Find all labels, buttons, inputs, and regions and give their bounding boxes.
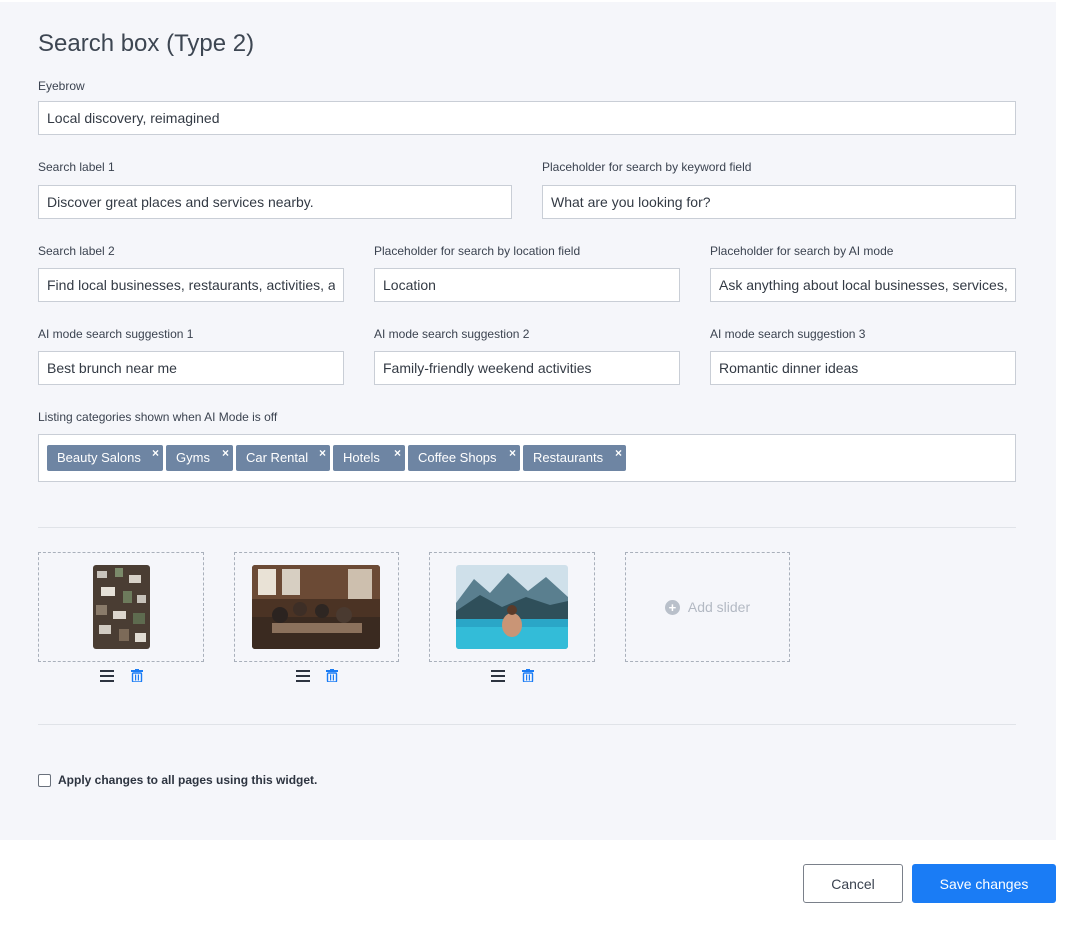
ai-placeholder-label: Placeholder for search by AI mode	[710, 244, 894, 258]
ai-suggestion-3-label: AI mode search suggestion 3	[710, 327, 866, 341]
drag-handle-icon[interactable]	[296, 670, 310, 682]
tag-label: Gyms	[176, 450, 210, 465]
trash-icon[interactable]	[131, 669, 143, 682]
ai-placeholder-input[interactable]	[710, 268, 1016, 302]
remove-tag-icon[interactable]: ×	[509, 440, 516, 466]
aerial-city-photo	[93, 565, 150, 649]
meeting-room-photo	[252, 565, 380, 649]
location-placeholder-label: Placeholder for search by location field	[374, 244, 581, 258]
section-divider	[38, 724, 1016, 725]
category-tag: Beauty Salons ×	[47, 445, 163, 471]
drag-handle-icon[interactable]	[491, 670, 505, 682]
eyebrow-label: Eyebrow	[38, 79, 85, 93]
location-placeholder-input[interactable]	[374, 268, 680, 302]
remove-tag-icon[interactable]: ×	[394, 440, 401, 466]
keyword-placeholder-label: Placeholder for search by keyword field	[542, 160, 752, 174]
slider-card	[234, 552, 399, 662]
plus-circle-icon: +	[664, 599, 680, 615]
drag-handle-icon[interactable]	[100, 670, 114, 682]
ai-suggestion-1-input[interactable]	[38, 351, 344, 385]
ai-suggestion-2-input[interactable]	[374, 351, 680, 385]
add-slider-label: Add slider	[687, 599, 751, 615]
ai-suggestion-1-label: AI mode search suggestion 1	[38, 327, 194, 341]
eyebrow-input[interactable]	[38, 101, 1016, 135]
keyword-placeholder-input[interactable]	[542, 185, 1016, 219]
search-label-1-input[interactable]	[38, 185, 512, 219]
search-label-2-input[interactable]	[38, 268, 344, 302]
widget-settings-panel: Search box (Type 2) Eyebrow Search label…	[0, 2, 1056, 840]
section-divider	[38, 527, 1016, 528]
category-tag: Restaurants ×	[523, 445, 626, 471]
cancel-button[interactable]: Cancel	[803, 864, 903, 903]
tag-label: Beauty Salons	[57, 450, 141, 465]
search-label-1-label: Search label 1	[38, 160, 115, 174]
category-tag: Gyms ×	[166, 445, 233, 471]
apply-all-label: Apply changes to all pages using this wi…	[58, 773, 318, 787]
categories-label: Listing categories shown when AI Mode is…	[38, 410, 278, 424]
slider-card	[429, 552, 595, 662]
category-tag: Car Rental ×	[236, 445, 330, 471]
trash-icon[interactable]	[326, 669, 338, 682]
page-title: Search box (Type 2)	[38, 30, 255, 57]
categories-tag-input[interactable]: Beauty Salons × Gyms × Car Rental × Hotels ×…	[38, 434, 1016, 482]
tag-label: Hotels	[343, 450, 380, 465]
tag-label: Restaurants	[533, 450, 604, 465]
trash-icon[interactable]	[522, 669, 534, 682]
search-label-2-label: Search label 2	[38, 244, 115, 258]
slider-card	[38, 552, 204, 662]
ai-suggestion-2-label: AI mode search suggestion 2	[374, 327, 530, 341]
apply-all-row: Apply changes to all pages using this wi…	[38, 773, 317, 787]
apply-all-checkbox[interactable]	[38, 773, 51, 787]
remove-tag-icon[interactable]: ×	[222, 440, 229, 466]
remove-tag-icon[interactable]: ×	[152, 440, 159, 466]
ai-suggestion-3-input[interactable]	[710, 351, 1016, 385]
category-tag: Coffee Shops ×	[408, 445, 520, 471]
save-changes-button[interactable]: Save changes	[912, 864, 1056, 903]
tag-label: Coffee Shops	[418, 450, 497, 465]
infinity-pool-photo	[456, 565, 568, 649]
category-tag: Hotels ×	[333, 445, 405, 471]
tag-label: Car Rental	[246, 450, 309, 465]
remove-tag-icon[interactable]: ×	[615, 440, 622, 466]
remove-tag-icon[interactable]: ×	[319, 440, 326, 466]
add-slider-button[interactable]: + Add slider	[625, 552, 790, 662]
